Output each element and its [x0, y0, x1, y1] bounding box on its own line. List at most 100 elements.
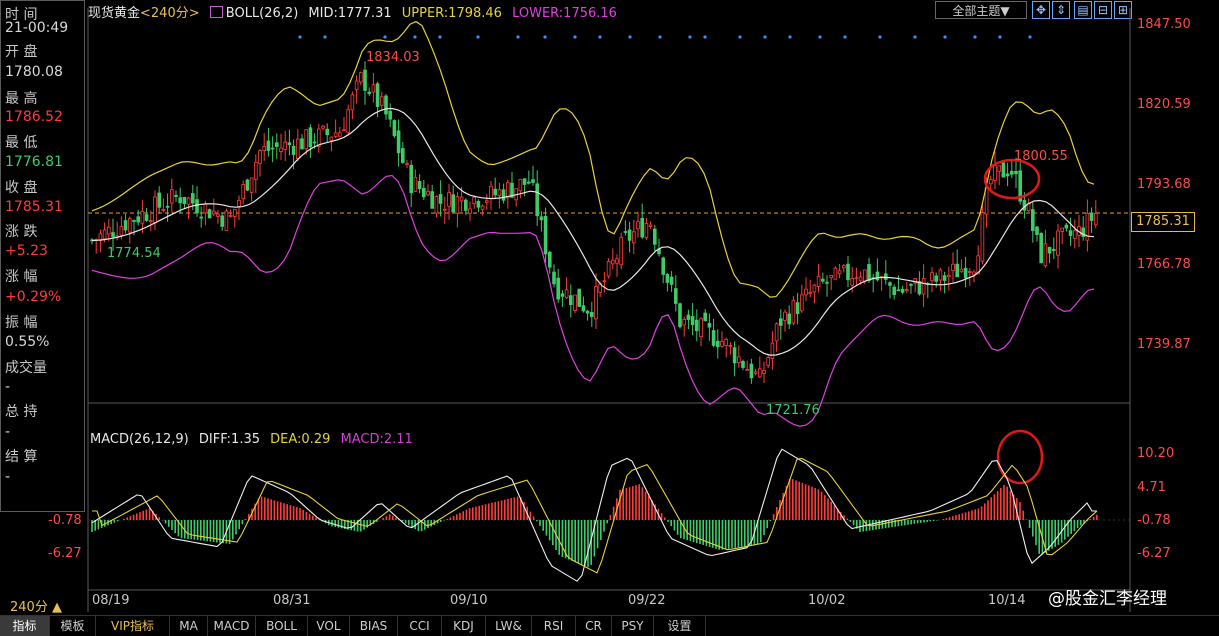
candle-body	[295, 138, 300, 160]
tab-macd[interactable]: MACD	[208, 616, 256, 636]
tab-boll[interactable]: BOLL	[256, 616, 308, 636]
candle-body	[636, 221, 640, 230]
signal-dot	[843, 35, 847, 39]
candle-body	[312, 141, 317, 144]
candle-body	[300, 138, 304, 150]
candle-body	[367, 91, 371, 94]
signal-dot	[573, 35, 577, 39]
tab-rsi[interactable]: RSI	[532, 616, 576, 636]
last-price-tag: 1785.31	[1131, 212, 1195, 232]
tab-psy[interactable]: PSY	[612, 616, 654, 636]
candle-body	[963, 267, 968, 279]
tab-vol[interactable]: VOL	[308, 616, 350, 636]
candle-body	[220, 215, 225, 227]
price-chart[interactable]	[0, 0, 1219, 615]
candle-body	[707, 322, 712, 328]
price-tick: 1766.78	[1137, 257, 1191, 272]
candle-body	[619, 236, 623, 266]
candle-body	[144, 214, 149, 221]
candle-body	[686, 314, 691, 320]
candle-body	[569, 295, 573, 305]
candle-body	[1056, 230, 1060, 256]
tab-indicators[interactable]: 指标	[0, 616, 50, 636]
signal-dot	[703, 35, 707, 39]
candle-body	[804, 288, 808, 296]
tab-ma[interactable]: MA	[170, 616, 208, 636]
macd-name[interactable]: MACD(26,12,9)	[90, 432, 189, 447]
signal-dot	[878, 35, 882, 39]
bottom-low-annotation: 1721.76	[766, 403, 820, 418]
tab-cr[interactable]: CR	[576, 616, 612, 636]
candle-body	[556, 277, 560, 300]
tab-kdj[interactable]: KDJ	[442, 616, 486, 636]
candle-body	[363, 69, 367, 91]
candle-body	[279, 147, 283, 152]
candle-body	[1052, 249, 1056, 251]
signal-dot	[298, 35, 302, 39]
candle-body	[1043, 243, 1048, 267]
candle-body	[594, 286, 598, 320]
signal-dot	[688, 35, 692, 39]
candle-body	[808, 291, 812, 294]
tab-bias[interactable]: BIAS	[350, 616, 398, 636]
candle-body	[711, 330, 716, 346]
candle-body	[1068, 230, 1073, 236]
tab-settings[interactable]: 设置	[654, 616, 706, 636]
period-selector[interactable]: 240分 ▲	[10, 596, 62, 615]
candle-body	[1064, 224, 1069, 229]
signal-dot	[438, 35, 442, 39]
tab-lw[interactable]: LW&	[486, 616, 532, 636]
candle-body	[274, 142, 279, 147]
signal-dot	[943, 35, 947, 39]
candle-body	[716, 340, 720, 348]
candle-body	[451, 194, 455, 213]
macd-left-tick: -0.78	[48, 513, 82, 528]
candle-body	[968, 271, 972, 273]
candle-body	[564, 289, 569, 298]
candle-body	[203, 203, 208, 214]
candle-body	[552, 271, 556, 285]
candle-body	[308, 127, 313, 148]
candle-body	[434, 196, 439, 214]
signal-dot	[913, 35, 917, 39]
date-tick: 10/02	[808, 593, 846, 608]
tab-template[interactable]: 模板	[50, 616, 96, 636]
candle-body	[375, 83, 380, 107]
signal-dot	[598, 35, 602, 39]
tab-cci[interactable]: CCI	[398, 616, 442, 636]
candle-body	[476, 200, 481, 208]
candle-body	[178, 197, 183, 204]
candle-body	[1005, 173, 1010, 177]
candle-body	[1022, 199, 1027, 211]
tab-vip[interactable]: VIP指标	[96, 616, 170, 636]
candle-body	[405, 163, 409, 166]
candle-body	[888, 282, 892, 286]
candle-body	[749, 363, 754, 379]
candle-body	[447, 192, 451, 207]
macd-left-tick: -6.27	[48, 546, 82, 561]
candle-body	[413, 176, 418, 192]
candle-body	[774, 323, 779, 342]
candle-body	[585, 310, 590, 314]
signal-dot	[738, 35, 742, 39]
candle-body	[669, 276, 674, 285]
candle-body	[501, 189, 506, 201]
macd-header: MACD(26,12,9) DIFF:1.35 DEA:0.29 MACD:2.…	[90, 432, 419, 447]
candle-body	[442, 208, 447, 211]
candle-body	[245, 179, 250, 191]
candle-body	[119, 225, 124, 236]
candle-body	[190, 193, 195, 204]
candle-body	[896, 289, 901, 292]
signal-dot	[323, 35, 327, 39]
date-tick: 08/19	[92, 593, 130, 608]
candle-body	[984, 187, 989, 215]
signal-dot	[1028, 35, 1032, 39]
candle-body	[900, 289, 905, 293]
candle-body	[758, 368, 762, 378]
candle-body	[1039, 233, 1044, 264]
price-tick: 1820.59	[1137, 97, 1191, 112]
signal-dot	[476, 35, 480, 39]
candle-body	[350, 94, 355, 111]
candle-body	[590, 311, 594, 317]
candle-body	[615, 258, 619, 264]
